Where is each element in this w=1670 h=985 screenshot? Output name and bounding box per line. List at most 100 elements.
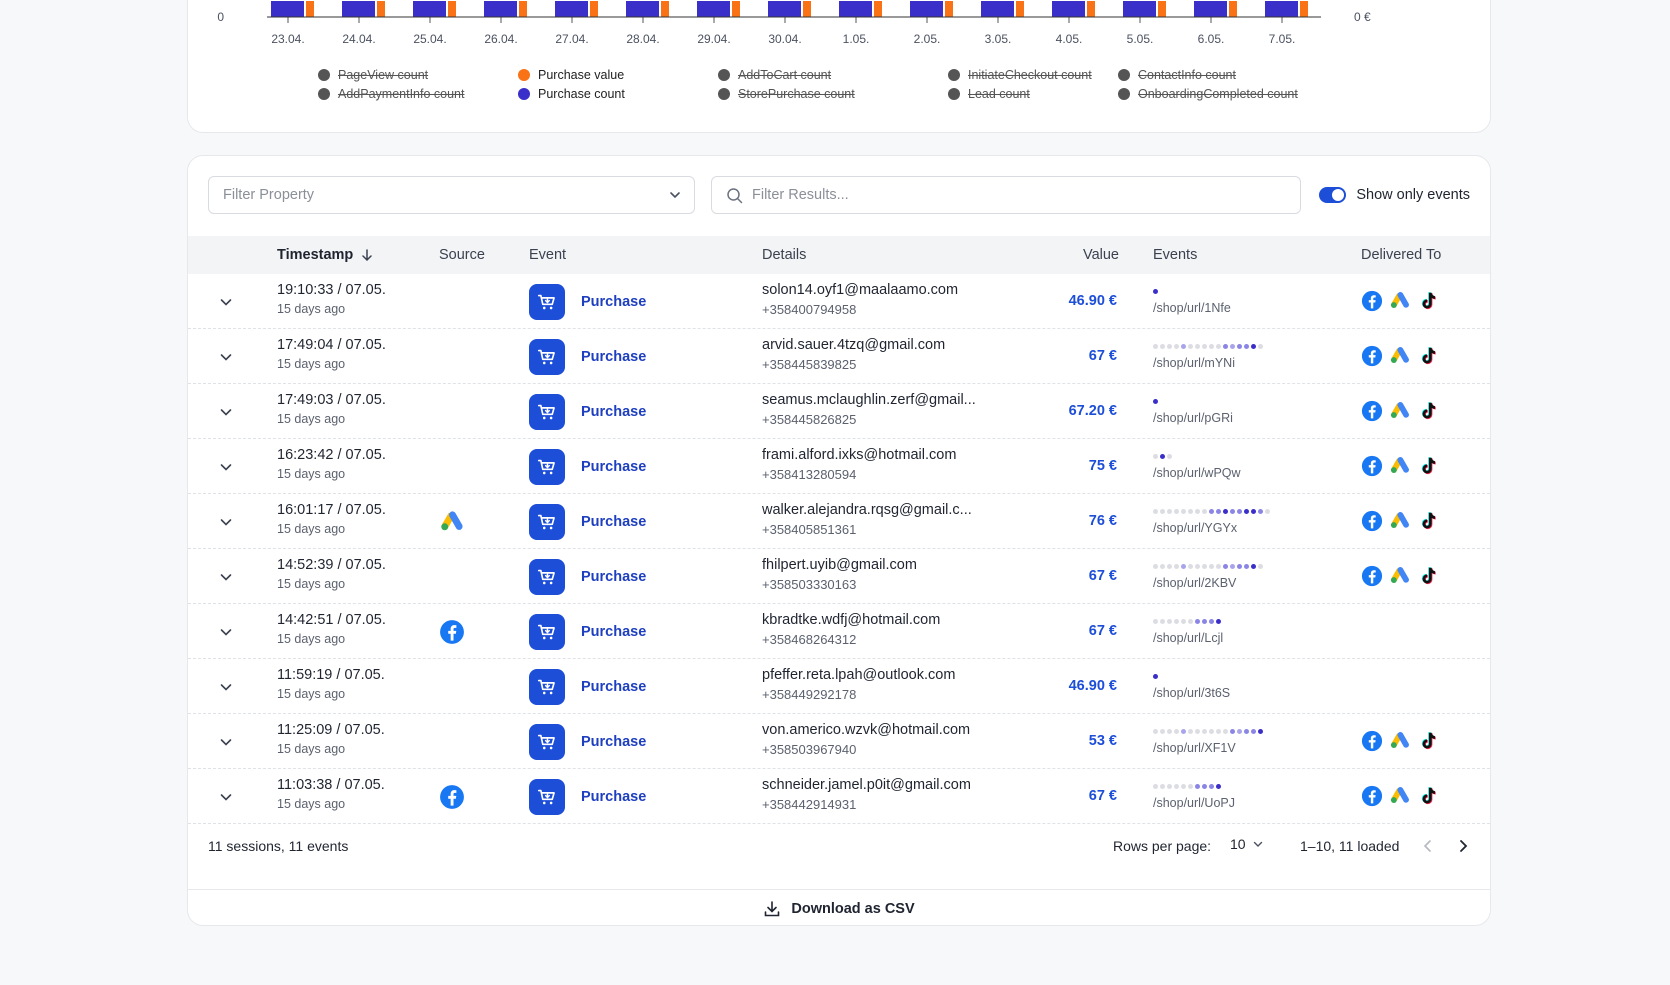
bar-purchase-count[interactable] (413, 1, 446, 17)
expand-row-icon[interactable] (218, 569, 234, 585)
bar-purchase-count[interactable] (626, 1, 659, 17)
expand-row-icon[interactable] (218, 789, 234, 805)
facebook-icon (1361, 565, 1383, 587)
event-name[interactable]: Purchase (581, 734, 646, 750)
bar-purchase-value[interactable] (306, 1, 314, 17)
bar-purchase-count[interactable] (981, 1, 1014, 17)
bar-purchase-count[interactable] (555, 1, 588, 17)
bar-purchase-count[interactable] (342, 1, 375, 17)
table-row[interactable]: 16:23:42 / 07.05. 15 days ago Purchase f… (188, 439, 1490, 494)
google-ads-icon (1389, 565, 1411, 587)
bar-purchase-value[interactable] (448, 1, 456, 17)
bar-purchase-count[interactable] (697, 1, 730, 17)
bar-purchase-value[interactable] (732, 1, 740, 17)
bar-purchase-count[interactable] (910, 1, 943, 17)
bar-purchase-value[interactable] (1300, 1, 1308, 17)
bar-purchase-count[interactable] (271, 1, 304, 17)
timestamp-cell: 11:03:38 / 07.05. 15 days ago (277, 777, 385, 811)
legend-item[interactable]: OnboardingCompleted count (1118, 87, 1298, 101)
bar-purchase-count[interactable] (768, 1, 801, 17)
event-timeline-dots (1153, 505, 1270, 517)
legend-item[interactable]: PageView count (318, 68, 428, 82)
timestamp-cell: 14:52:39 / 07.05. 15 days ago (277, 557, 386, 591)
expand-row-icon[interactable] (218, 679, 234, 695)
column-header-timestamp[interactable]: Timestamp (277, 236, 375, 274)
legend-item[interactable]: AddToCart count (718, 68, 831, 82)
download-csv-button[interactable]: Download as CSV (188, 889, 1490, 925)
filter-results-input[interactable]: Filter Results... (711, 176, 1301, 214)
event-timeline-dots (1153, 395, 1233, 407)
expand-row-icon[interactable] (218, 459, 234, 475)
column-header-event[interactable]: Event (529, 236, 566, 274)
events-cell: /shop/url/Lcjl (1153, 615, 1223, 645)
events-table-card: Filter Property Filter Results... Show o… (187, 155, 1491, 926)
filter-property-select[interactable]: Filter Property (208, 176, 695, 214)
bar-purchase-value[interactable] (1158, 1, 1166, 17)
bar-purchase-count[interactable] (839, 1, 872, 17)
event-name[interactable]: Purchase (581, 294, 646, 310)
bar-purchase-value[interactable] (519, 1, 527, 17)
column-header-details[interactable]: Details (762, 236, 806, 274)
show-only-events-toggle-wrap: Show only events (1319, 176, 1470, 214)
table-row[interactable]: 19:10:33 / 07.05. 15 days ago Purchase s… (188, 274, 1490, 329)
column-header-events[interactable]: Events (1153, 236, 1197, 274)
column-header-source[interactable]: Source (439, 236, 485, 274)
rows-per-page-select[interactable]: 10 (1230, 836, 1264, 852)
legend-item[interactable]: Purchase count (518, 87, 625, 101)
table-row[interactable]: 11:25:09 / 07.05. 15 days ago Purchase v… (188, 714, 1490, 769)
bar-purchase-value[interactable] (945, 1, 953, 17)
expand-row-icon[interactable] (218, 514, 234, 530)
bar-purchase-value[interactable] (1016, 1, 1024, 17)
event-name[interactable]: Purchase (581, 404, 646, 420)
event-name[interactable]: Purchase (581, 679, 646, 695)
bar-purchase-value[interactable] (377, 1, 385, 17)
expand-row-icon[interactable] (218, 734, 234, 750)
table-row[interactable]: 17:49:03 / 07.05. 15 days ago Purchase s… (188, 384, 1490, 439)
bar-purchase-count[interactable] (1052, 1, 1085, 17)
bar-purchase-count[interactable] (1123, 1, 1156, 17)
table-body: 19:10:33 / 07.05. 15 days ago Purchase s… (188, 274, 1490, 824)
bar-purchase-value[interactable] (661, 1, 669, 17)
column-header-delivered-to[interactable]: Delivered To (1361, 236, 1441, 274)
event-name[interactable]: Purchase (581, 569, 646, 585)
legend-item[interactable]: ContactInfo count (1118, 68, 1236, 82)
expand-row-icon[interactable] (218, 294, 234, 310)
source-cell (439, 674, 465, 700)
legend-item[interactable]: Purchase value (518, 68, 624, 82)
timestamp-cell: 16:01:17 / 07.05. 15 days ago (277, 502, 386, 536)
column-header-value[interactable]: Value (1083, 236, 1119, 274)
legend-item[interactable]: StorePurchase count (718, 87, 855, 101)
table-row[interactable]: 16:01:17 / 07.05. 15 days ago Purchase w… (188, 494, 1490, 549)
legend-dot-icon (948, 69, 960, 81)
bar-purchase-count[interactable] (1194, 1, 1227, 17)
show-only-events-toggle[interactable] (1319, 187, 1347, 203)
legend-dot-icon (718, 69, 730, 81)
timestamp-value: 11:03:38 / 07.05. (277, 777, 385, 793)
event-name[interactable]: Purchase (581, 514, 646, 530)
legend-item[interactable]: InitiateCheckout count (948, 68, 1092, 82)
bar-purchase-value[interactable] (874, 1, 882, 17)
expand-row-icon[interactable] (218, 624, 234, 640)
event-name[interactable]: Purchase (581, 789, 646, 805)
bar-purchase-value[interactable] (803, 1, 811, 17)
events-cell: /shop/url/XF1V (1153, 725, 1263, 755)
table-row[interactable]: 14:52:39 / 07.05. 15 days ago Purchase f… (188, 549, 1490, 604)
bar-purchase-value[interactable] (1229, 1, 1237, 17)
table-row[interactable]: 11:03:38 / 07.05. 15 days ago Purchase s… (188, 769, 1490, 824)
event-name[interactable]: Purchase (581, 459, 646, 475)
bar-purchase-count[interactable] (1265, 1, 1298, 17)
table-row[interactable]: 14:42:51 / 07.05. 15 days ago Purchase k… (188, 604, 1490, 659)
expand-row-icon[interactable] (218, 349, 234, 365)
bar-purchase-value[interactable] (590, 1, 598, 17)
event-name[interactable]: Purchase (581, 349, 646, 365)
table-row[interactable]: 17:49:04 / 07.05. 15 days ago Purchase a… (188, 329, 1490, 384)
legend-item[interactable]: Lead count (948, 87, 1030, 101)
previous-page-icon[interactable] (1420, 838, 1436, 854)
next-page-icon[interactable] (1455, 838, 1471, 854)
table-row[interactable]: 11:59:19 / 07.05. 15 days ago Purchase p… (188, 659, 1490, 714)
event-name[interactable]: Purchase (581, 624, 646, 640)
legend-item[interactable]: AddPaymentInfo count (318, 87, 464, 101)
bar-purchase-value[interactable] (1087, 1, 1095, 17)
bar-purchase-count[interactable] (484, 1, 517, 17)
expand-row-icon[interactable] (218, 404, 234, 420)
